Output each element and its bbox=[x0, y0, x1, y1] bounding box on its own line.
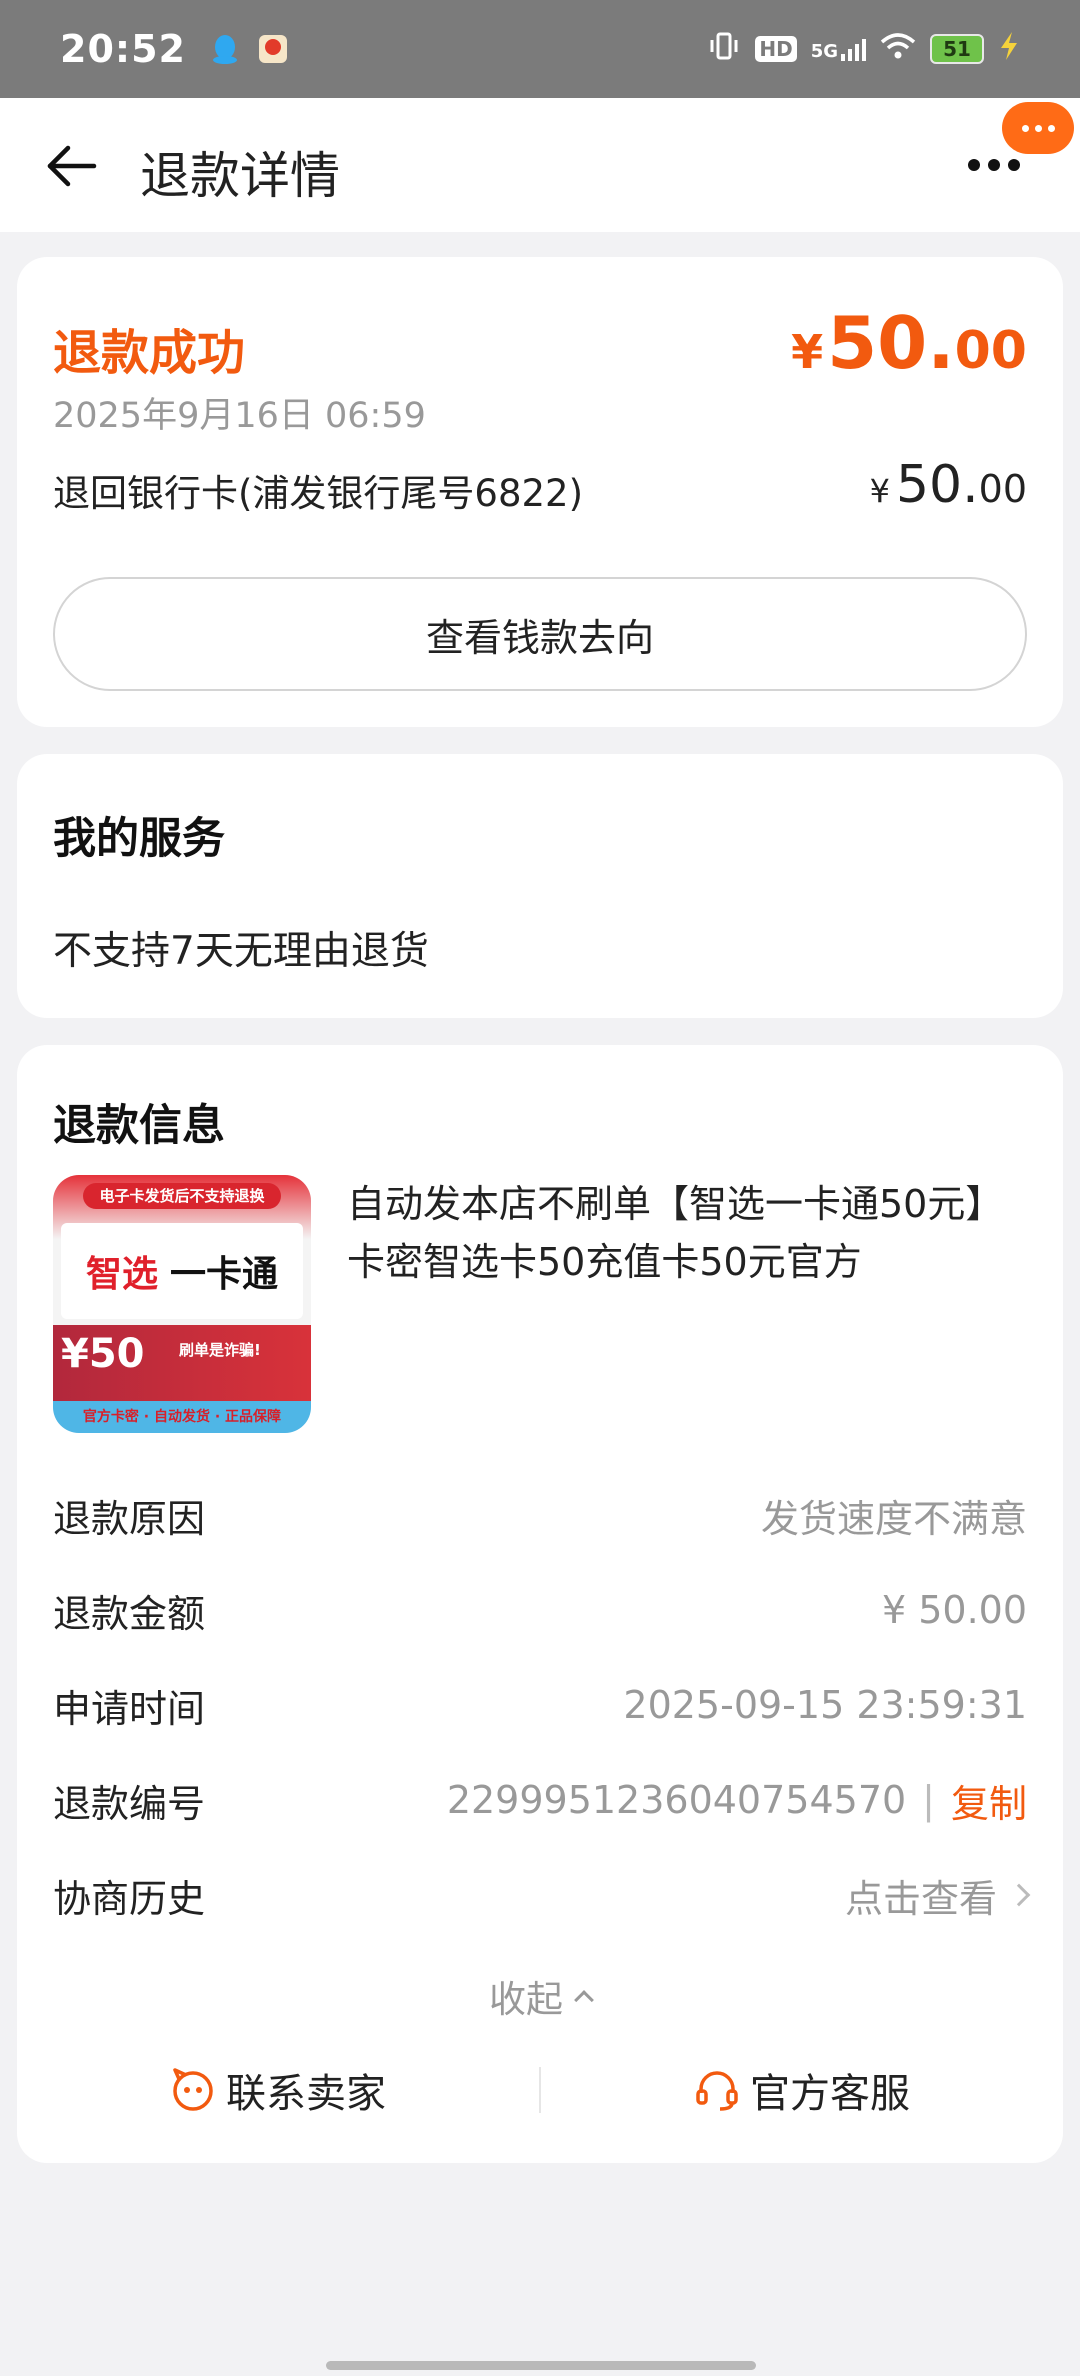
nav-bar: 退款详情 bbox=[0, 98, 1080, 232]
refund-id: 2299951236040754570 bbox=[446, 1778, 907, 1822]
official-service-label: 官方客服 bbox=[750, 2071, 910, 2117]
refund-amount: ¥50.00 bbox=[791, 301, 1027, 385]
currency-symbol: ¥ bbox=[869, 472, 890, 510]
page-title: 退款详情 bbox=[140, 147, 340, 205]
dot-icon bbox=[968, 159, 980, 171]
info-value: 2025-09-15 23:59:31 bbox=[623, 1683, 1027, 1727]
dot-icon bbox=[1047, 124, 1055, 132]
status-time: 20:52 bbox=[60, 27, 186, 71]
floating-menu-bubble[interactable] bbox=[1002, 102, 1074, 154]
thumb-brand: 智选 一卡通 bbox=[61, 1223, 303, 1319]
thumb-warning: 刷单是诈骗! bbox=[179, 1341, 261, 1359]
refund-status-title: 退款成功 bbox=[53, 325, 246, 381]
info-value-group: 2299951236040754570 | 复制 bbox=[447, 1773, 1027, 1828]
home-indicator[interactable] bbox=[326, 2361, 756, 2370]
service-text: 不支持7天无理由退货 bbox=[53, 929, 429, 974]
wifi-icon bbox=[880, 32, 916, 66]
info-row-history[interactable]: 协商历史 点击查看 bbox=[53, 1865, 1031, 1925]
info-label: 退款原因 bbox=[53, 1496, 206, 1541]
headset-icon bbox=[696, 2071, 738, 2111]
network-label: 5G bbox=[810, 41, 838, 62]
official-service-button[interactable]: 官方客服 bbox=[541, 2061, 1063, 2119]
separator: | bbox=[922, 1778, 935, 1822]
chevron-up-icon bbox=[574, 1990, 594, 2010]
thumb-banner: 电子卡发货后不支持退换 bbox=[83, 1183, 281, 1209]
dot-icon bbox=[1021, 124, 1029, 132]
copy-button[interactable]: 复制 bbox=[951, 1773, 1027, 1828]
track-money-button[interactable]: 查看钱款去向 bbox=[53, 577, 1027, 691]
product-thumbnail[interactable]: 电子卡发货后不支持退换 智选 一卡通 ¥50 刷单是诈骗! 官方卡密 · 自动发… bbox=[53, 1175, 311, 1433]
collapse-button[interactable]: 收起 bbox=[17, 1969, 1063, 2023]
back-arrow-icon bbox=[47, 145, 97, 187]
hd-icon: HD bbox=[755, 36, 797, 62]
status-bar: 20:52 HD 5G 51 bbox=[0, 0, 1080, 98]
info-value: 发货速度不满意 bbox=[760, 1496, 1027, 1541]
collapse-label: 收起 bbox=[489, 1978, 563, 2021]
dot-icon bbox=[988, 159, 1000, 171]
destination-amount: ¥50.00 bbox=[870, 455, 1027, 515]
amount-integer: 50. bbox=[827, 301, 955, 385]
thumb-brand-1: 智选 bbox=[85, 1254, 158, 1295]
refund-info-title: 退款信息 bbox=[53, 1101, 225, 1151]
back-button[interactable] bbox=[44, 138, 100, 194]
amount-decimal: 00 bbox=[954, 321, 1027, 381]
refund-time: 2025年9月16日 06:59 bbox=[53, 396, 426, 436]
seller-chat-icon bbox=[173, 2068, 213, 2111]
info-label: 协商历史 bbox=[53, 1876, 206, 1921]
signal-icon: 5G bbox=[811, 36, 866, 62]
amount-integer: 50. bbox=[895, 455, 979, 515]
info-row-refund-id: 退款编号 2299951236040754570 | 复制 bbox=[53, 1770, 1027, 1830]
info-label: 退款金额 bbox=[53, 1591, 206, 1636]
amount-decimal: 00 bbox=[978, 467, 1027, 511]
info-row-apply-time: 申请时间 2025-09-15 23:59:31 bbox=[53, 1675, 1027, 1735]
bottom-actions: 联系卖家 官方客服 bbox=[17, 2045, 1063, 2135]
thumb-price: ¥50 bbox=[61, 1331, 145, 1377]
info-label: 申请时间 bbox=[53, 1686, 206, 1731]
info-value: ¥ 50.00 bbox=[881, 1588, 1027, 1632]
info-row-reason: 退款原因 发货速度不满意 bbox=[53, 1485, 1027, 1545]
charging-icon bbox=[998, 31, 1020, 67]
currency-symbol: ¥ bbox=[791, 325, 824, 379]
refund-status-card: 退款成功 ¥50.00 2025年9月16日 06:59 退回银行卡(浦发银行尾… bbox=[17, 257, 1063, 727]
app-notification-icon bbox=[256, 32, 290, 66]
dot-icon bbox=[1008, 159, 1020, 171]
vibrate-icon bbox=[707, 31, 741, 67]
dot-icon bbox=[1034, 124, 1042, 132]
chevron-right-icon bbox=[1007, 1883, 1031, 1907]
refund-destination: 退回银行卡(浦发银行尾号6822) bbox=[53, 472, 584, 515]
thumb-footer: 官方卡密 · 自动发货 · 正品保障 bbox=[53, 1401, 311, 1433]
contact-seller-button[interactable]: 联系卖家 bbox=[17, 2061, 539, 2119]
qq-icon bbox=[208, 32, 242, 66]
view-history-link[interactable]: 点击查看 bbox=[845, 1868, 997, 1923]
info-value-group[interactable]: 点击查看 bbox=[845, 1868, 1031, 1923]
service-title: 我的服务 bbox=[53, 814, 225, 864]
service-card: 我的服务 不支持7天无理由退货 bbox=[17, 754, 1063, 1018]
battery-icon: 51 bbox=[930, 34, 984, 64]
refund-info-card: 退款信息 电子卡发货后不支持退换 智选 一卡通 ¥50 刷单是诈骗! 官方卡密 … bbox=[17, 1045, 1063, 2163]
thumb-brand-2: 一卡通 bbox=[170, 1254, 279, 1295]
product-title[interactable]: 自动发本店不刷单【智选一卡通50元】卡密智选卡50充值卡50元官方 bbox=[347, 1175, 1027, 1291]
contact-seller-label: 联系卖家 bbox=[226, 2071, 386, 2117]
more-options-button[interactable] bbox=[968, 150, 1028, 180]
info-row-amount: 退款金额 ¥ 50.00 bbox=[53, 1580, 1027, 1640]
info-label: 退款编号 bbox=[53, 1781, 206, 1826]
